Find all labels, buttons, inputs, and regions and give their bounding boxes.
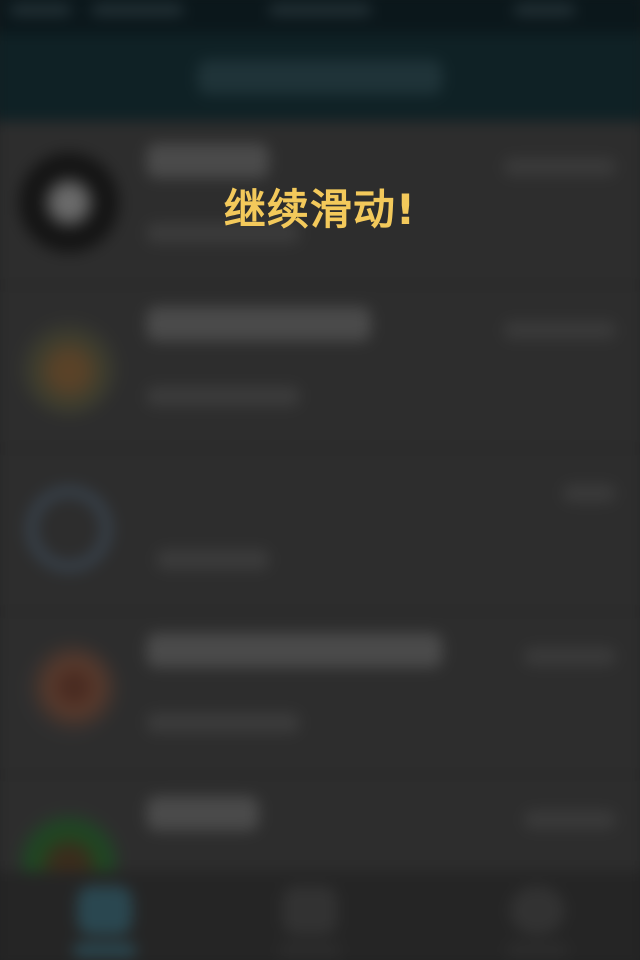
avatar <box>18 477 121 580</box>
swipe-hint-toast: 继续滑动! <box>223 185 417 234</box>
signal-indicator <box>9 4 72 15</box>
contact-name-placeholder <box>146 143 269 179</box>
contact-name-placeholder <box>146 306 371 342</box>
status-bar <box>0 0 640 34</box>
timestamp-placeholder <box>503 320 616 340</box>
carrier-indicator <box>91 4 184 15</box>
chat-list-item[interactable] <box>0 611 640 776</box>
chat-list-item[interactable] <box>0 447 640 613</box>
tab-label-placeholder <box>505 943 569 958</box>
blurred-background-app <box>0 0 640 960</box>
last-message-placeholder <box>146 712 300 733</box>
tab-label-placeholder <box>278 943 342 958</box>
chat-list-item[interactable] <box>0 284 640 450</box>
circle-icon[interactable] <box>509 885 565 935</box>
avatar <box>18 314 121 417</box>
tab-label-placeholder <box>73 943 137 958</box>
avatar <box>18 641 121 744</box>
top-header <box>0 33 640 121</box>
bottom-navigation <box>0 871 640 960</box>
timestamp-placeholder <box>524 647 616 666</box>
last-message-placeholder <box>146 386 300 407</box>
person-icon[interactable] <box>282 885 338 935</box>
timestamp-placeholder <box>503 157 616 177</box>
app-root: 继续滑动! <box>0 0 640 960</box>
timestamp-placeholder <box>524 810 616 829</box>
clock-indicator <box>269 4 371 15</box>
contact-name-placeholder <box>146 796 259 831</box>
header-title <box>197 59 443 95</box>
last-message-placeholder <box>156 549 269 570</box>
timestamp-placeholder <box>562 484 616 503</box>
chat-icon[interactable] <box>77 885 133 935</box>
contact-name-placeholder <box>146 633 443 668</box>
battery-indicator <box>513 4 575 15</box>
